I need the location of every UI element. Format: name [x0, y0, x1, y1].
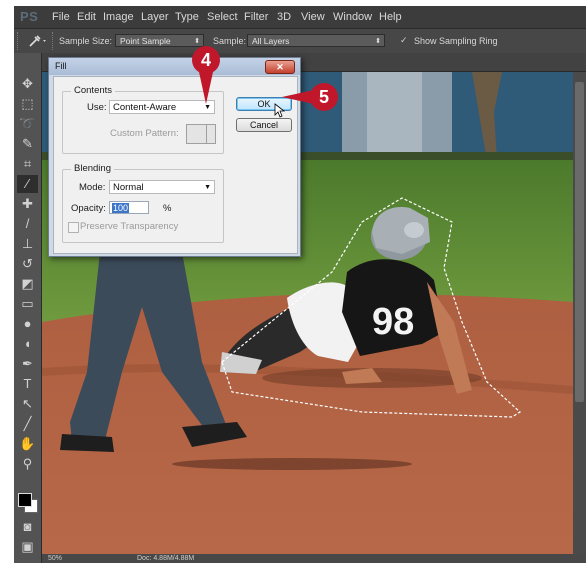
step-4-callout: 4: [190, 46, 222, 108]
status-bar: 50% Doc: 4.88M/4.88M: [42, 554, 586, 563]
step-5-badge: 5: [310, 83, 338, 111]
use-label: Use:: [87, 102, 107, 113]
options-bar: Sample Size: Point Sample ⬍ Sample: All …: [14, 28, 586, 54]
chevron-updown-icon: ⬍: [375, 38, 381, 45]
menu-bar: PS File Edit Image Layer Type Select Fil…: [14, 6, 586, 28]
options-bar-grip[interactable]: [17, 32, 20, 50]
mode-label: Mode:: [79, 182, 106, 193]
show-sampling-ring-checkbox[interactable]: ✓: [400, 36, 409, 45]
type-tool-icon[interactable]: T: [17, 375, 38, 393]
eyedropper-icon: [29, 35, 46, 47]
opacity-unit: %: [163, 203, 172, 214]
sample-select[interactable]: All Layers ⬍: [247, 34, 385, 47]
sample-value: All Layers: [252, 36, 290, 46]
sample-size-value: Point Sample: [120, 36, 171, 46]
line-tool-icon[interactable]: ╱: [17, 415, 38, 433]
clone-stamp-tool-icon[interactable]: ⊥: [17, 235, 38, 253]
brush-tool-icon[interactable]: /: [17, 215, 38, 233]
move-tool-icon[interactable]: ✥: [17, 75, 38, 93]
fill-dialog: Fill ✕ Contents Use: Content-Aware ▼ Cus…: [48, 57, 301, 257]
menu-type[interactable]: Type: [175, 11, 199, 23]
quick-mask-icon[interactable]: ◙: [17, 518, 38, 536]
menu-help[interactable]: Help: [379, 11, 402, 23]
blending-group: Blending Mode: Normal ▼ Opacity: 100 % P…: [62, 163, 224, 243]
path-selection-tool-icon[interactable]: ↖: [17, 395, 38, 413]
document-size: Doc: 4.88M/4.88M: [137, 555, 195, 562]
tool-preset-picker[interactable]: [26, 33, 48, 49]
blur-tool-icon[interactable]: ●: [17, 315, 38, 333]
opacity-value: 100: [112, 203, 130, 213]
sample-size-label: Sample Size:: [59, 36, 113, 46]
opacity-label: Opacity:: [71, 203, 106, 214]
foreground-color-swatch[interactable]: [18, 493, 32, 507]
step-4-badge: 4: [192, 46, 220, 74]
vertical-scrollbar[interactable]: [573, 72, 586, 554]
use-value: Content-Aware: [113, 102, 177, 113]
photoshop-window: PS File Edit Image Layer Type Select Fil…: [14, 6, 586, 563]
pen-tool-icon[interactable]: ✒: [17, 355, 38, 373]
options-divider: [52, 32, 55, 50]
cancel-button[interactable]: Cancel: [236, 118, 292, 132]
zoom-level[interactable]: 50%: [48, 554, 62, 563]
healing-brush-tool-icon[interactable]: ✚: [17, 195, 38, 213]
menu-window[interactable]: Window: [333, 11, 372, 23]
dialog-title-bar[interactable]: Fill ✕: [49, 58, 300, 75]
menu-layer[interactable]: Layer: [141, 11, 169, 23]
screen-mode-icon[interactable]: ▣: [17, 538, 38, 556]
dodge-tool-icon[interactable]: ◖: [17, 335, 38, 353]
opacity-input[interactable]: 100: [109, 201, 149, 214]
history-brush-tool-icon[interactable]: ↺: [17, 255, 38, 273]
sample-label: Sample:: [213, 36, 247, 46]
dialog-body: Contents Use: Content-Aware ▼ Custom Pat…: [53, 76, 298, 254]
photoshop-logo: PS: [20, 9, 39, 24]
crop-tool-icon[interactable]: ⌗: [17, 155, 38, 173]
scroll-thumb[interactable]: [575, 82, 584, 402]
preserve-transparency-label: Preserve Transparency: [80, 221, 179, 232]
tools-panel: ✥ ⬚ ➰ ✎ ⌗ ⁄ ✚ / ⊥ ↺ ◩ ▭ ● ◖ ✒ T ↖ ╱ ✋ ⚲ …: [14, 53, 42, 563]
pattern-divider: [206, 125, 207, 143]
zoom-tool-icon[interactable]: ⚲: [17, 455, 38, 473]
dialog-title: Fill: [55, 61, 67, 71]
mode-dropdown[interactable]: Normal ▼: [109, 180, 215, 194]
menu-view[interactable]: View: [301, 11, 325, 23]
hand-tool-icon[interactable]: ✋: [17, 435, 38, 453]
show-sampling-ring-label: Show Sampling Ring: [414, 36, 498, 46]
custom-pattern-label: Custom Pattern:: [110, 128, 179, 139]
menu-edit[interactable]: Edit: [77, 11, 96, 23]
menu-file[interactable]: File: [52, 11, 70, 23]
menu-3d[interactable]: 3D: [277, 11, 291, 23]
lasso-tool-icon[interactable]: ➰: [17, 115, 38, 133]
preserve-transparency-checkbox[interactable]: [68, 222, 79, 233]
menu-image[interactable]: Image: [103, 11, 134, 23]
step-5-callout: 5: [280, 82, 342, 114]
marquee-tool-icon[interactable]: ⬚: [17, 95, 38, 113]
menu-select[interactable]: Select: [207, 11, 238, 23]
custom-pattern-picker[interactable]: [186, 124, 216, 144]
eraser-tool-icon[interactable]: ◩: [17, 275, 38, 293]
chevron-down-icon: ▼: [204, 184, 211, 191]
menu-filter[interactable]: Filter: [244, 11, 268, 23]
close-icon[interactable]: ✕: [265, 60, 295, 74]
quick-selection-tool-icon[interactable]: ✎: [17, 135, 38, 153]
blending-group-title: Blending: [71, 163, 114, 174]
eyedropper-tool-icon[interactable]: ⁄: [17, 175, 38, 193]
gradient-tool-icon[interactable]: ▭: [17, 295, 38, 313]
mode-value: Normal: [113, 182, 144, 193]
jersey-number: 98: [372, 301, 414, 343]
contents-group-title: Contents: [71, 85, 116, 96]
